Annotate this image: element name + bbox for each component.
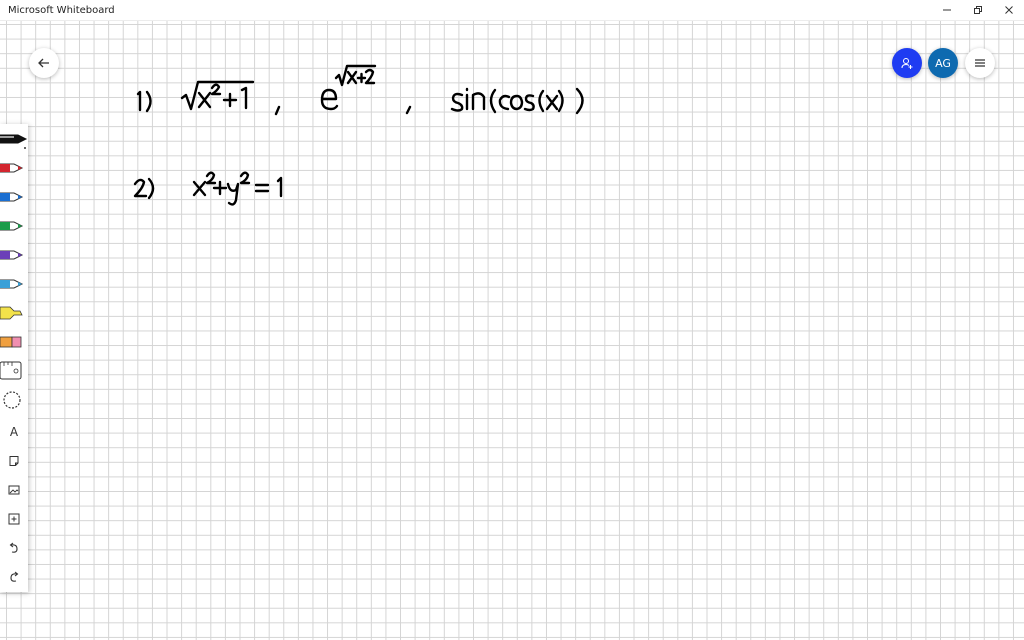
pen-icon bbox=[0, 279, 24, 289]
pen-icon bbox=[0, 192, 24, 202]
lasso-select-icon bbox=[3, 391, 21, 409]
restore-button[interactable] bbox=[962, 0, 993, 20]
ruler-tool[interactable] bbox=[0, 358, 28, 384]
text-icon: A bbox=[9, 425, 19, 439]
pen-green-tool[interactable] bbox=[0, 213, 28, 239]
pen-light-blue-tool[interactable] bbox=[0, 271, 28, 297]
title-bar: Microsoft Whiteboard bbox=[0, 0, 1024, 21]
menu-button[interactable] bbox=[965, 48, 995, 78]
ruler-icon bbox=[0, 361, 22, 380]
image-tool[interactable] bbox=[0, 477, 28, 503]
arrow-left-icon bbox=[38, 58, 49, 68]
inking-toolbar: A bbox=[0, 124, 28, 592]
person-add-icon bbox=[901, 58, 913, 69]
pen-icon bbox=[0, 134, 28, 149]
eraser-icon bbox=[0, 336, 22, 348]
pen-blue-tool[interactable] bbox=[0, 184, 28, 210]
hamburger-menu-icon bbox=[975, 59, 985, 67]
undo-button[interactable] bbox=[0, 535, 28, 561]
minimize-button[interactable] bbox=[931, 0, 962, 20]
eraser-tool[interactable] bbox=[0, 329, 28, 355]
share-button[interactable] bbox=[892, 48, 922, 78]
whiteboard-canvas[interactable] bbox=[0, 20, 1024, 640]
pen-red-tool[interactable] bbox=[0, 155, 28, 181]
image-icon bbox=[8, 485, 20, 495]
close-icon bbox=[1004, 6, 1013, 14]
highlighter-icon bbox=[0, 306, 23, 320]
note-icon bbox=[9, 456, 19, 466]
pen-icon bbox=[0, 221, 24, 231]
back-button[interactable] bbox=[29, 48, 59, 78]
pen-black-tool[interactable] bbox=[0, 126, 28, 152]
window-title: Microsoft Whiteboard bbox=[8, 4, 115, 16]
lasso-select-tool[interactable] bbox=[0, 387, 28, 413]
highlighter-tool[interactable] bbox=[0, 300, 28, 326]
pen-icon bbox=[0, 250, 24, 260]
close-button[interactable] bbox=[993, 0, 1024, 20]
note-tool[interactable] bbox=[0, 448, 28, 474]
user-avatar[interactable]: AG bbox=[928, 48, 958, 78]
text-tool[interactable]: A bbox=[0, 419, 28, 445]
restore-icon bbox=[973, 6, 982, 14]
minimize-icon bbox=[942, 9, 951, 11]
undo-icon bbox=[9, 542, 18, 553]
pen-purple-tool[interactable] bbox=[0, 242, 28, 268]
add-tool[interactable] bbox=[0, 506, 28, 532]
add-icon bbox=[8, 513, 20, 525]
pen-icon bbox=[0, 163, 24, 173]
redo-button[interactable] bbox=[0, 564, 28, 590]
redo-icon bbox=[10, 571, 19, 582]
window-controls bbox=[931, 0, 1024, 20]
